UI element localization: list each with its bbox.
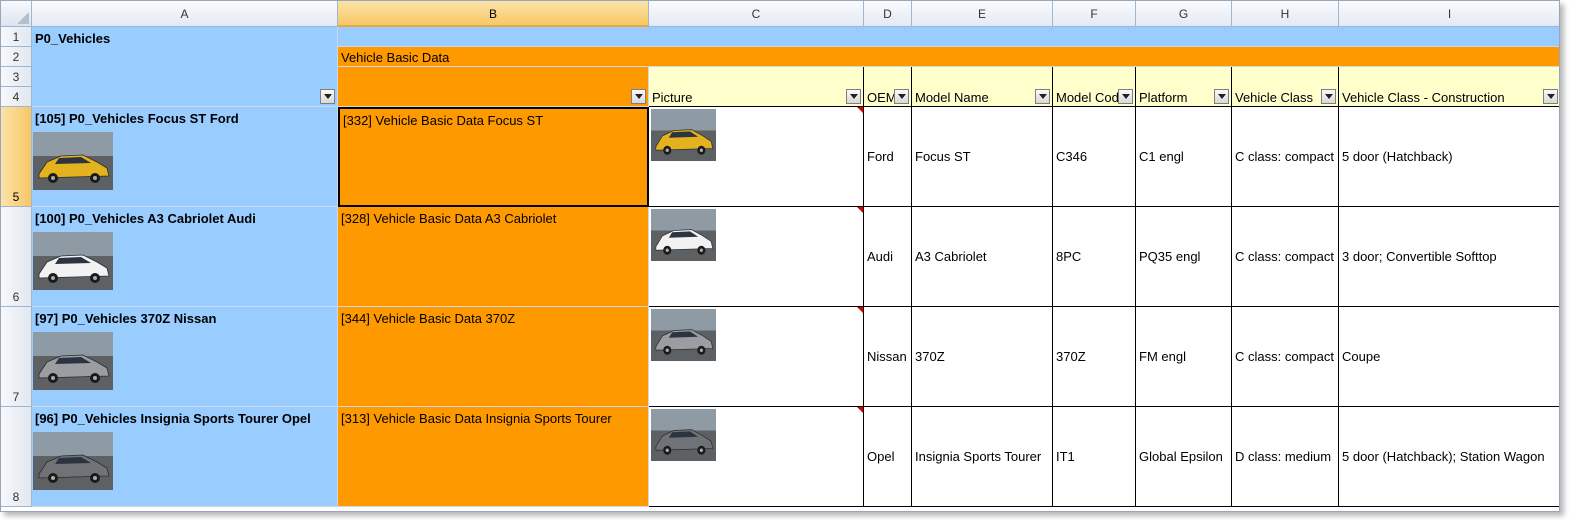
column-header-b[interactable]: B xyxy=(338,1,649,27)
column-header-f[interactable]: F xyxy=(1053,1,1136,27)
model-code-cell[interactable]: 370Z xyxy=(1053,307,1136,407)
spreadsheet: A B C D E F G H I 1 2 3 4 5 6 7 8 P0_Veh… xyxy=(0,0,1560,512)
vehicle-cell-label: [97] P0_Vehicles 370Z Nissan xyxy=(35,311,217,326)
basic-data-cell-label: [313] Vehicle Basic Data Insignia Sports… xyxy=(341,411,612,426)
comment-indicator-icon[interactable] xyxy=(857,307,863,313)
column-header-h[interactable]: H xyxy=(1232,1,1339,27)
basic-data-cell[interactable]: [344] Vehicle Basic Data 370Z xyxy=(338,307,649,407)
oem-cell[interactable]: Ford xyxy=(864,107,912,207)
car-photo-icon xyxy=(33,432,113,490)
basic-data-header-cell[interactable] xyxy=(338,67,649,107)
car-photo-icon[interactable] xyxy=(651,309,716,361)
filter-dropdown-icon[interactable] xyxy=(631,89,646,104)
row-header-2[interactable]: 2 xyxy=(1,47,32,67)
platform-cell[interactable]: Global Epsilon xyxy=(1136,407,1232,507)
column-header-e[interactable]: E xyxy=(912,1,1053,27)
field-header-construction[interactable]: Vehicle Class - Construction xyxy=(1339,67,1559,107)
vehicle-class-cell[interactable]: D class: medium xyxy=(1232,407,1339,507)
platform-cell[interactable]: FM engl xyxy=(1136,307,1232,407)
group-header-vehicles-label: P0_Vehicles xyxy=(35,31,111,46)
model-code-cell[interactable]: IT1 xyxy=(1053,407,1136,507)
vehicle-cell-label: [105] P0_Vehicles Focus ST Ford xyxy=(35,111,239,126)
model-code-cell[interactable]: 8PC xyxy=(1053,207,1136,307)
comment-indicator-icon[interactable] xyxy=(857,407,863,413)
platform-cell[interactable]: C1 engl xyxy=(1136,107,1232,207)
column-header-c[interactable]: C xyxy=(649,1,864,27)
picture-cell[interactable] xyxy=(649,207,864,307)
basic-data-cell-label: [328] Vehicle Basic Data A3 Cabriolet xyxy=(341,211,557,226)
select-all-triangle-icon xyxy=(17,12,29,24)
row-header-8[interactable]: 8 xyxy=(1,407,32,507)
picture-cell[interactable] xyxy=(649,307,864,407)
model-name-cell[interactable]: 370Z xyxy=(912,307,1053,407)
car-photo-icon[interactable] xyxy=(651,209,716,261)
picture-cell[interactable] xyxy=(649,407,864,507)
basic-data-cell[interactable]: [313] Vehicle Basic Data Insignia Sports… xyxy=(338,407,649,507)
column-header-d[interactable]: D xyxy=(864,1,912,27)
filter-dropdown-icon[interactable] xyxy=(894,89,909,104)
filter-dropdown-icon[interactable] xyxy=(320,89,335,104)
oem-cell[interactable]: Audi xyxy=(864,207,912,307)
car-photo-icon[interactable] xyxy=(651,109,716,161)
platform-cell[interactable]: PQ35 engl xyxy=(1136,207,1232,307)
row-header-7[interactable]: 7 xyxy=(1,307,32,407)
oem-cell[interactable]: Opel xyxy=(864,407,912,507)
row-header-6[interactable]: 6 xyxy=(1,207,32,307)
basic-data-cell-label: [344] Vehicle Basic Data 370Z xyxy=(341,311,516,326)
car-photo-icon xyxy=(33,232,113,290)
vehicle-class-cell[interactable]: C class: compact xyxy=(1232,307,1339,407)
filter-dropdown-icon[interactable] xyxy=(846,89,861,104)
car-photo-icon xyxy=(33,132,113,190)
group-header-vehicles[interactable]: P0_Vehicles xyxy=(32,27,338,107)
filter-dropdown-icon[interactable] xyxy=(1321,89,1336,104)
field-header-model-code[interactable]: Model Code xyxy=(1053,67,1136,107)
construction-cell[interactable]: 5 door (Hatchback) xyxy=(1339,107,1559,207)
field-header-vehicle-class[interactable]: Vehicle Class xyxy=(1232,67,1339,107)
filter-dropdown-icon[interactable] xyxy=(1035,89,1050,104)
comment-indicator-icon[interactable] xyxy=(857,107,863,113)
row-header-5[interactable]: 5 xyxy=(1,107,32,207)
comment-indicator-icon[interactable] xyxy=(857,207,863,213)
vehicle-cell[interactable]: [96] P0_Vehicles Insignia Sports Tourer … xyxy=(32,407,338,507)
row-header-3[interactable]: 3 xyxy=(1,67,32,87)
vehicle-cell[interactable]: [100] P0_Vehicles A3 Cabriolet Audi xyxy=(32,207,338,307)
vehicle-cell[interactable]: [105] P0_Vehicles Focus ST Ford xyxy=(32,107,338,207)
column-header-a[interactable]: A xyxy=(32,1,338,27)
row-header-4[interactable]: 4 xyxy=(1,87,32,107)
model-code-cell[interactable]: C346 xyxy=(1053,107,1136,207)
row-header-1[interactable]: 1 xyxy=(1,27,32,47)
column-header-i[interactable]: I xyxy=(1339,1,1559,27)
model-name-cell[interactable]: Focus ST xyxy=(912,107,1053,207)
group-header-blank-row1[interactable] xyxy=(338,27,1559,47)
basic-data-cell-label: [332] Vehicle Basic Data Focus ST xyxy=(343,113,544,128)
oem-cell[interactable]: Nissan xyxy=(864,307,912,407)
picture-cell[interactable] xyxy=(649,107,864,207)
column-header-g[interactable]: G xyxy=(1136,1,1232,27)
basic-data-cell[interactable]: [332] Vehicle Basic Data Focus ST xyxy=(338,107,649,207)
vehicle-cell[interactable]: [97] P0_Vehicles 370Z Nissan xyxy=(32,307,338,407)
filter-dropdown-icon[interactable] xyxy=(1543,89,1558,104)
select-all-corner[interactable] xyxy=(1,1,32,27)
construction-cell[interactable]: Coupe xyxy=(1339,307,1559,407)
vehicle-class-cell[interactable]: C class: compact xyxy=(1232,207,1339,307)
model-name-cell[interactable]: A3 Cabriolet xyxy=(912,207,1053,307)
field-header-oem[interactable]: OEM xyxy=(864,67,912,107)
vehicle-class-cell[interactable]: C class: compact xyxy=(1232,107,1339,207)
construction-cell[interactable]: 3 door; Convertible Softtop xyxy=(1339,207,1559,307)
basic-data-cell[interactable]: [328] Vehicle Basic Data A3 Cabriolet xyxy=(338,207,649,307)
model-name-cell[interactable]: Insignia Sports Tourer xyxy=(912,407,1053,507)
field-header-picture[interactable]: Picture xyxy=(649,67,864,107)
group-header-basic-data-label: Vehicle Basic Data xyxy=(341,50,450,65)
construction-cell[interactable]: 5 door (Hatchback); Station Wagon xyxy=(1339,407,1559,507)
filter-dropdown-icon[interactable] xyxy=(1214,89,1229,104)
filter-dropdown-icon[interactable] xyxy=(1118,89,1133,104)
group-header-basic-data[interactable]: Vehicle Basic Data xyxy=(338,47,1559,67)
vehicle-cell-label: [100] P0_Vehicles A3 Cabriolet Audi xyxy=(35,211,256,226)
field-header-platform[interactable]: Platform xyxy=(1136,67,1232,107)
car-photo-icon[interactable] xyxy=(651,409,716,461)
vehicle-cell-label: [96] P0_Vehicles Insignia Sports Tourer … xyxy=(35,411,311,426)
car-photo-icon xyxy=(33,332,113,390)
field-header-model-name[interactable]: Model Name xyxy=(912,67,1053,107)
